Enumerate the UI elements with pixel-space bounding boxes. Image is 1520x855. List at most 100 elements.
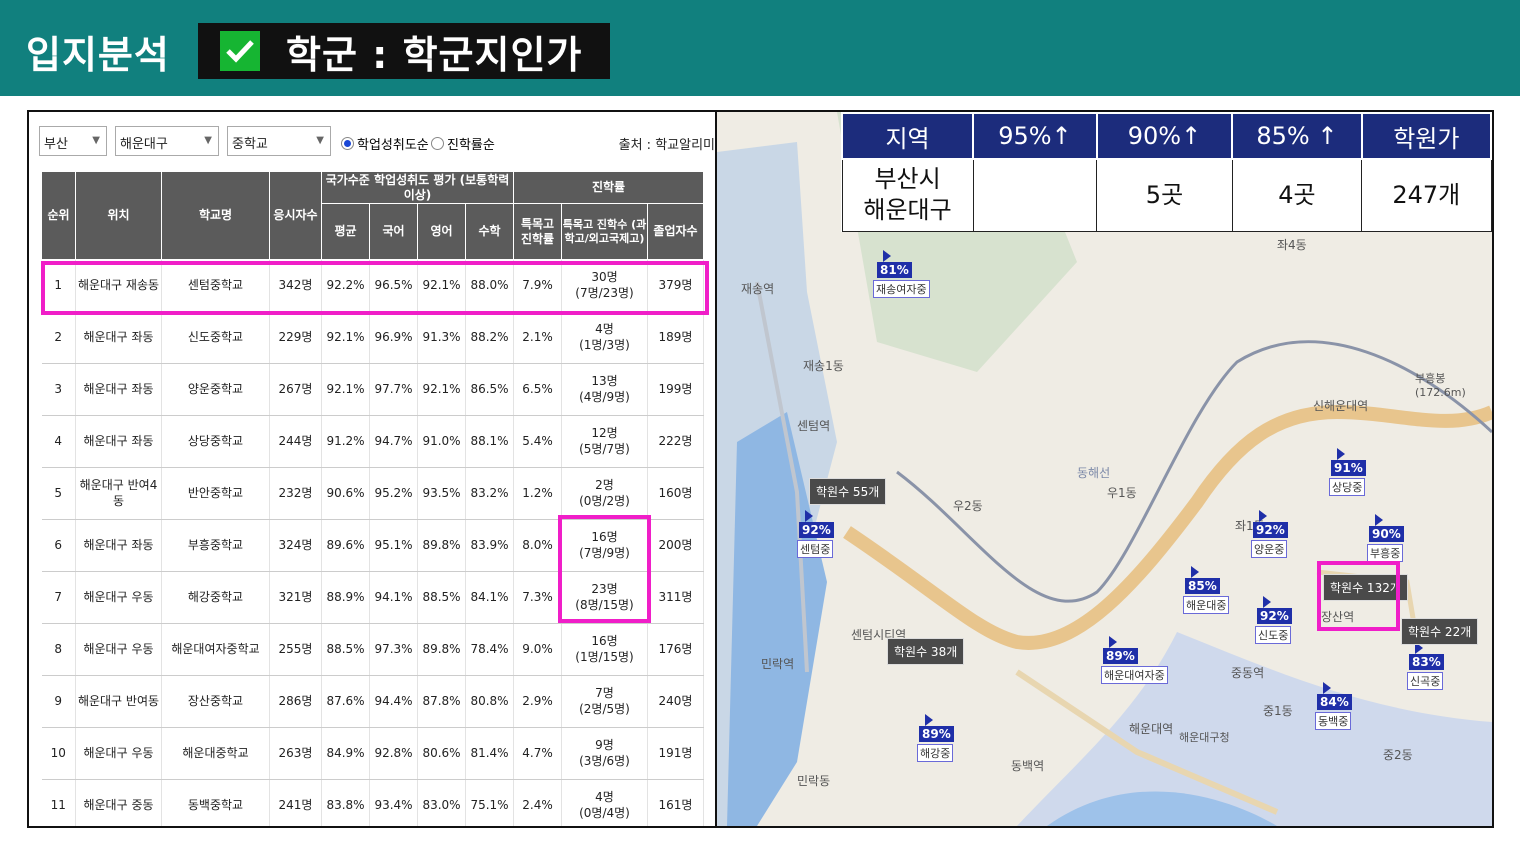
school-rate-marker[interactable]: 89% — [1103, 636, 1138, 664]
school-label: 동백중 — [1315, 712, 1352, 730]
cell-math: 88.1% — [465, 415, 514, 468]
sort-radio-achievement[interactable]: 학업성취도순 — [341, 134, 429, 153]
school-label: 신도중 — [1255, 626, 1292, 644]
cell-rank: 2 — [41, 311, 76, 364]
stat-p95 — [972, 158, 1098, 232]
cell-special-count-total: 7명 — [595, 685, 614, 700]
cell-rank: 8 — [41, 623, 76, 676]
cell-korean: 95.1% — [369, 519, 418, 572]
cell-avg: 91.2% — [321, 415, 370, 468]
stat-col-90: 90%↑ — [1095, 112, 1234, 160]
school-level-select[interactable]: 중학교 ▼ — [227, 126, 331, 156]
school-rate-marker[interactable]: 92% — [1253, 510, 1288, 538]
stat-p90: 5곳 — [1096, 158, 1233, 232]
stat-academies: 247개 — [1361, 158, 1492, 232]
school-rate-marker[interactable]: 84% — [1317, 682, 1352, 710]
cell-avg: 83.8% — [321, 779, 370, 826]
cell-special-count: 9명 (3명/6명) — [561, 727, 648, 780]
academy-count-label[interactable]: 학원수 38개 — [887, 638, 965, 665]
heading-box: 학군 : 학군지인가 — [198, 23, 610, 79]
table-row: 2 해운대구 좌동 신도중학교 229명 92.1% 96.9% 91.3% 88.2% 2.1… — [41, 311, 704, 364]
cell-school: 해운대중학교 — [161, 727, 270, 780]
city-select[interactable]: 부산 ▼ — [39, 126, 107, 156]
cell-special-rate: 9.0% — [513, 623, 562, 676]
cell-special-count-detail: (2명/5명) — [579, 701, 630, 716]
cell-special-count-total: 16명 — [591, 633, 618, 648]
cell-english: 89.8% — [417, 519, 466, 572]
highlight-row-1 — [41, 261, 709, 315]
school-rate-marker[interactable]: 92% — [799, 510, 834, 538]
district-select[interactable]: 해운대구 ▼ — [115, 126, 219, 156]
place-label: 동해선 — [1077, 466, 1111, 480]
cell-avg: 84.9% — [321, 727, 370, 780]
school-rate-marker[interactable]: 90% — [1369, 514, 1404, 542]
cell-special-count-total: 12명 — [591, 425, 618, 440]
cell-location: 해운대구 우동 — [75, 571, 162, 624]
cell-english: 87.8% — [417, 675, 466, 728]
school-rate-marker[interactable]: 81% — [877, 250, 912, 278]
col-group-achievement: 국가수준 학업성취도 평가 (보통학력이상) — [321, 171, 514, 204]
school-rate-marker[interactable]: 83% — [1409, 642, 1444, 670]
cell-special-rate: 7.3% — [513, 571, 562, 624]
source-note: 출처 : 학교알리미 — [618, 138, 715, 153]
district-select-value: 해운대구 — [120, 137, 168, 152]
chevron-down-icon: ▼ — [316, 135, 324, 146]
cell-rank: 4 — [41, 415, 76, 468]
cell-examinees: 255명 — [269, 623, 322, 676]
academy-count-label[interactable]: 학원수 22개 — [1401, 618, 1479, 645]
stat-col-85: 85% ↑ — [1231, 112, 1363, 160]
cell-avg: 92.1% — [321, 363, 370, 416]
col-special-count: 특목고 진학수 (과학고/외고국제고) — [561, 203, 648, 260]
school-label: 상당중 — [1329, 478, 1366, 496]
cell-special-count-detail: (0명/4명) — [579, 805, 630, 820]
cell-korean: 95.2% — [369, 467, 418, 520]
cell-graduates: 222명 — [647, 415, 704, 468]
content-frame: 부산 ▼ 해운대구 ▼ 중학교 ▼ 학업성취도순 진학률순 출처 : 학교알리미 — [27, 110, 1494, 828]
cell-special-count-total: 9명 — [595, 737, 614, 752]
school-label: 부흥중 — [1367, 544, 1404, 562]
place-label: 중동역 — [1231, 666, 1265, 680]
table-row: 11 해운대구 중동 동백중학교 241명 83.8% 93.4% 83.0% 75.1% 2.… — [41, 779, 704, 826]
school-label: 신곡중 — [1407, 672, 1444, 690]
cell-special-count-total: 13명 — [591, 373, 618, 388]
stat-region: 부산시 해운대구 — [841, 158, 974, 232]
place-label: 해운대역 — [1129, 722, 1174, 736]
col-korean: 국어 — [369, 203, 418, 260]
school-rate-marker[interactable]: 92% — [1257, 596, 1292, 624]
cell-graduates: 240명 — [647, 675, 704, 728]
cell-school: 부흥중학교 — [161, 519, 270, 572]
cell-avg: 92.1% — [321, 311, 370, 364]
cell-avg: 90.6% — [321, 467, 370, 520]
cell-graduates: 311명 — [647, 571, 704, 624]
place-label: 민락동 — [797, 774, 831, 788]
cell-special-count: 16명 (1명/15명) — [561, 623, 648, 676]
cell-english: 80.6% — [417, 727, 466, 780]
cell-rank: 3 — [41, 363, 76, 416]
cell-special-rate: 5.4% — [513, 415, 562, 468]
cell-math: 81.4% — [465, 727, 514, 780]
stat-col-95: 95%↑ — [972, 112, 1098, 160]
cell-special-count: 4명 (0명/4명) — [561, 779, 648, 826]
cell-special-count-detail: (3명/6명) — [579, 753, 630, 768]
col-graduates: 졸업자수 — [647, 203, 704, 260]
academy-count-label[interactable]: 학원수 55개 — [809, 478, 887, 505]
cell-special-count-detail: (0명/2명) — [579, 493, 630, 508]
school-rate-marker[interactable]: 85% — [1185, 566, 1220, 594]
cell-location: 해운대구 우동 — [75, 727, 162, 780]
radio-empty-icon — [431, 137, 444, 150]
highlight-academy-cluster — [1317, 561, 1400, 631]
cell-school: 신도중학교 — [161, 311, 270, 364]
school-rate-marker[interactable]: 91% — [1331, 448, 1366, 476]
cell-rank: 5 — [41, 467, 76, 520]
school-label: 해강중 — [917, 744, 954, 762]
sort-radio-advancement[interactable]: 진학률순 — [431, 134, 495, 153]
cell-math: 86.5% — [465, 363, 514, 416]
map-panel[interactable]: 지역 95%↑ 90%↑ 85% ↑ 학원가 부산시 해운대구 5곳 4곳 247… — [717, 112, 1492, 826]
cell-graduates: 176명 — [647, 623, 704, 676]
cell-school: 상당중학교 — [161, 415, 270, 468]
cell-graduates: 191명 — [647, 727, 704, 780]
school-label: 해운대여자중 — [1101, 666, 1168, 684]
place-label: 부흥봉 (172.6m) — [1415, 372, 1466, 399]
school-rate-marker[interactable]: 89% — [919, 714, 954, 742]
radio-selected-icon — [341, 137, 354, 150]
